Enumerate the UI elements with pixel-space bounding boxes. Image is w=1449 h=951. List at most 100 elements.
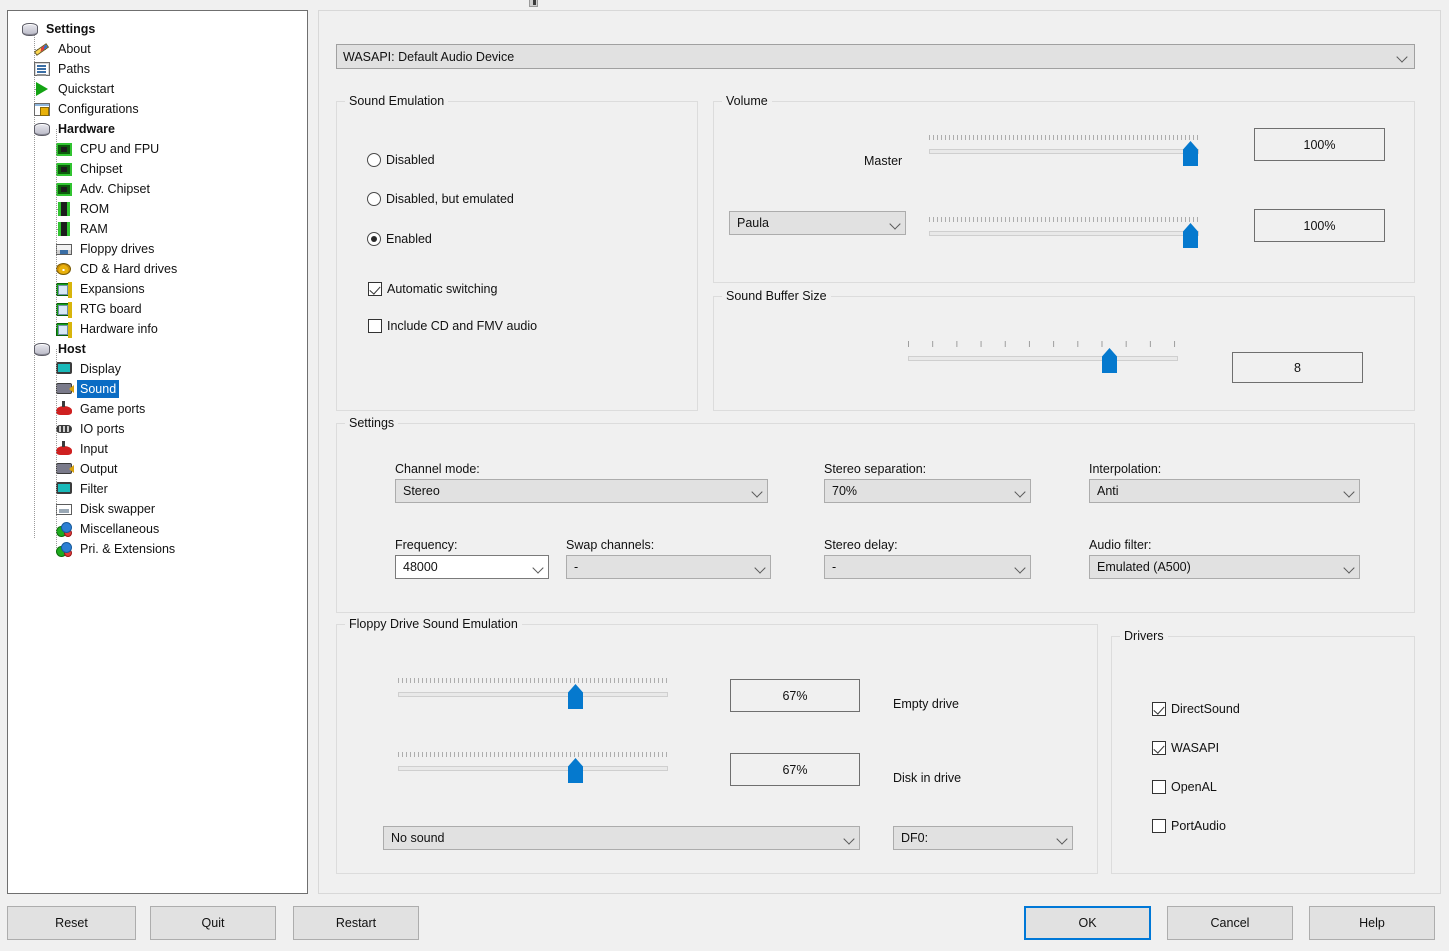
sidebar-item-sound[interactable]: Sound bbox=[8, 379, 307, 399]
empty-drive-label: Empty drive bbox=[893, 697, 959, 711]
sidebar-item-miscellaneous[interactable]: Miscellaneous bbox=[8, 519, 307, 539]
swap-channels-value: - bbox=[574, 560, 579, 574]
expansion-icon bbox=[56, 301, 72, 318]
slider-thumb[interactable] bbox=[1183, 223, 1198, 248]
settings-tree[interactable]: Settings About Paths Quickstart Configuratio… bbox=[8, 11, 307, 559]
play-icon bbox=[34, 81, 50, 97]
ok-button[interactable]: OK bbox=[1024, 906, 1151, 940]
master-volume-value-text: 100% bbox=[1303, 137, 1336, 152]
reset-button[interactable]: Reset bbox=[7, 906, 136, 940]
sidebar-item-ram[interactable]: RAM bbox=[8, 219, 307, 239]
sidebar-item-label: Quickstart bbox=[58, 82, 115, 96]
sidebar-item-disk-swapper[interactable]: Disk swapper bbox=[8, 499, 307, 519]
sidebar-item-paths[interactable]: Paths bbox=[8, 59, 307, 79]
checkbox-portaudio[interactable]: PortAudio bbox=[1152, 819, 1226, 833]
sidebar-item-filter[interactable]: Filter bbox=[8, 479, 307, 499]
empty-drive-value[interactable]: 67% bbox=[730, 679, 860, 712]
channel-volume-value[interactable]: 100% bbox=[1254, 209, 1385, 242]
sidebar-item-hardware-info[interactable]: Hardware info bbox=[8, 319, 307, 339]
pencil-icon bbox=[33, 41, 50, 57]
chevron-down-icon bbox=[1057, 833, 1068, 844]
slider-thumb[interactable] bbox=[1183, 141, 1198, 166]
sidebar-item-host[interactable]: Host bbox=[8, 339, 307, 359]
sidebar-item-label: Adv. Chipset bbox=[80, 182, 150, 196]
sidebar-item-about[interactable]: About bbox=[8, 39, 307, 59]
sidebar-item-floppy-drives[interactable]: Floppy drives bbox=[8, 239, 307, 259]
speaker-icon bbox=[56, 381, 74, 397]
sidebar-item-game-ports[interactable]: Game ports bbox=[8, 399, 307, 419]
checkbox-indicator bbox=[1152, 702, 1166, 716]
empty-drive-value-text: 67% bbox=[782, 688, 808, 703]
radio-label: Disabled, but emulated bbox=[386, 192, 514, 206]
checkbox-automatic-switching[interactable]: Automatic switching bbox=[368, 282, 497, 296]
slider-track bbox=[929, 231, 1199, 236]
floppy-sound-combobox[interactable]: No sound bbox=[383, 826, 860, 850]
sidebar-item-rtg-board[interactable]: RTG board bbox=[8, 299, 307, 319]
sidebar-item-quickstart[interactable]: Quickstart bbox=[8, 79, 307, 99]
channel-mode-combobox[interactable]: Stereo bbox=[395, 479, 768, 503]
sidebar-item-configurations[interactable]: Configurations bbox=[8, 99, 307, 119]
sidebar-item-rom[interactable]: ROM bbox=[8, 199, 307, 219]
sidebar-item-hardware[interactable]: Hardware bbox=[8, 119, 307, 139]
sidebar-item-io-ports[interactable]: IO ports bbox=[8, 419, 307, 439]
restart-button[interactable]: Restart bbox=[293, 906, 419, 940]
settings-title: Settings bbox=[345, 416, 399, 430]
checkbox-indicator bbox=[368, 319, 382, 333]
sidebar-item-input[interactable]: Input bbox=[8, 439, 307, 459]
sidebar-item-cd-hard-drives[interactable]: CD & Hard drives bbox=[8, 259, 307, 279]
chevron-down-icon bbox=[890, 218, 901, 229]
slider-ticks bbox=[929, 133, 1199, 140]
sidebar-item-adv-chipset[interactable]: Adv. Chipset bbox=[8, 179, 307, 199]
sidebar-item-label: Filter bbox=[80, 482, 108, 496]
interpolation-combobox[interactable]: Anti bbox=[1089, 479, 1360, 503]
sidebar-item-cpu-and-fpu[interactable]: CPU and FPU bbox=[8, 139, 307, 159]
sidebar-item-label: Configurations bbox=[58, 102, 139, 116]
audio-device-combobox[interactable]: WASAPI: Default Audio Device bbox=[336, 44, 1415, 69]
floppy-drive-combobox[interactable]: DF0: bbox=[893, 826, 1073, 850]
sound-settings-panel: WASAPI: Default Audio Device Sound Emula… bbox=[318, 10, 1441, 894]
volume-channel-combobox[interactable]: Paula bbox=[729, 211, 906, 235]
settings-tree-panel[interactable]: Settings About Paths Quickstart Configuratio… bbox=[7, 10, 308, 894]
sidebar-item-settings[interactable]: Settings bbox=[8, 19, 307, 39]
sidebar-item-label: RTG board bbox=[80, 302, 142, 316]
frequency-combobox[interactable]: 48000 bbox=[395, 555, 549, 579]
cancel-button[interactable]: Cancel bbox=[1167, 906, 1293, 940]
sidebar-item-label: CD & Hard drives bbox=[80, 262, 178, 276]
stereo-separation-combobox[interactable]: 70% bbox=[824, 479, 1031, 503]
master-volume-value[interactable]: 100% bbox=[1254, 128, 1385, 161]
radio-disabled[interactable]: Disabled bbox=[367, 153, 435, 167]
slider-thumb[interactable] bbox=[568, 758, 583, 783]
sidebar-item-label: Host bbox=[58, 342, 86, 356]
radio-disabled-but-emulated[interactable]: Disabled, but emulated bbox=[367, 192, 514, 206]
swap-channels-combobox[interactable]: - bbox=[566, 555, 771, 579]
sidebar-item-pri-extensions[interactable]: Pri. & Extensions bbox=[8, 539, 307, 559]
sidebar-item-chipset[interactable]: Chipset bbox=[8, 159, 307, 179]
sidebar-item-label: Hardware info bbox=[80, 322, 158, 336]
spheres-icon bbox=[56, 541, 72, 557]
sidebar-item-label: Hardware bbox=[58, 122, 115, 136]
checkbox-label: PortAudio bbox=[1171, 819, 1226, 833]
slider-track bbox=[929, 149, 1199, 154]
sidebar-item-expansions[interactable]: Expansions bbox=[8, 279, 307, 299]
winuae-settings-window: Settings About Paths Quickstart Configuratio… bbox=[0, 0, 1449, 951]
disk-in-drive-value[interactable]: 67% bbox=[730, 753, 860, 786]
stereo-delay-combobox[interactable]: - bbox=[824, 555, 1031, 579]
drivers-group: Drivers DirectSound WASAPI OpenAL PortAu… bbox=[1111, 629, 1415, 874]
checkbox-directsound[interactable]: DirectSound bbox=[1152, 702, 1240, 716]
slider-track bbox=[398, 692, 668, 697]
sidebar-item-output[interactable]: Output bbox=[8, 459, 307, 479]
radio-enabled[interactable]: Enabled bbox=[367, 232, 432, 246]
help-button[interactable]: Help bbox=[1309, 906, 1435, 940]
checkbox-include-cd-fmv-audio[interactable]: Include CD and FMV audio bbox=[368, 319, 537, 333]
sidebar-item-display[interactable]: Display bbox=[8, 359, 307, 379]
checkbox-label: Include CD and FMV audio bbox=[387, 319, 538, 333]
checkbox-openal[interactable]: OpenAL bbox=[1152, 780, 1217, 794]
checkbox-wasapi[interactable]: WASAPI bbox=[1152, 741, 1219, 755]
joystick-icon bbox=[56, 401, 72, 417]
diskswap-icon bbox=[56, 501, 72, 517]
audio-filter-combobox[interactable]: Emulated (A500) bbox=[1089, 555, 1360, 579]
slider-thumb[interactable] bbox=[1102, 348, 1117, 373]
quit-button[interactable]: Quit bbox=[150, 906, 276, 940]
sound-buffer-size-value[interactable]: 8 bbox=[1232, 352, 1363, 383]
slider-thumb[interactable] bbox=[568, 684, 583, 709]
